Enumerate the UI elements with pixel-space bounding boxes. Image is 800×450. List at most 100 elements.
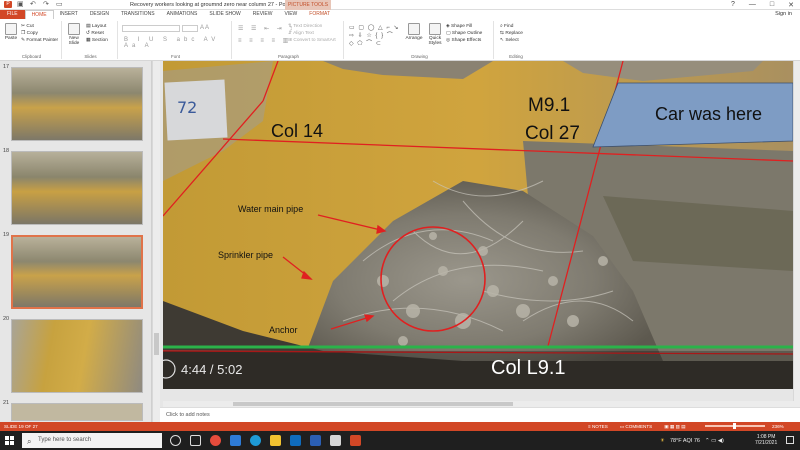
new-slide-button[interactable]: New Slide	[66, 23, 82, 46]
paste-button[interactable]: Paste	[4, 23, 18, 41]
notification-icon[interactable]	[786, 436, 794, 444]
tab-transitions[interactable]: TRANSITIONS	[115, 10, 161, 19]
layout-button[interactable]: ▤ Layout	[86, 23, 108, 30]
task-view-icon[interactable]	[190, 435, 201, 446]
convert-smartart-button[interactable]: ⊞ Convert to SmartArt	[288, 37, 336, 44]
windows-start-icon[interactable]	[5, 436, 14, 445]
powerpoint-icon: P	[4, 1, 12, 8]
text-direction-button[interactable]: ⇅ Text Direction	[288, 23, 336, 30]
document-title: Recovery workers looking at groumnd zero…	[130, 2, 307, 8]
comments-button[interactable]: ▭ COMMENTS	[620, 422, 652, 431]
undo-icon[interactable]: ↶	[30, 1, 38, 8]
tab-format[interactable]: FORMAT	[303, 10, 336, 19]
slide-thumbnail-selected[interactable]	[11, 235, 143, 309]
view-buttons[interactable]: ▣ ▦ ▥ ▤	[664, 422, 685, 431]
format-painter-button[interactable]: ✎ Format Painter	[21, 37, 58, 44]
slide-canvas[interactable]: 72 Col 14 M9.1 Col 27 Car was here Water…	[163, 61, 793, 389]
quick-styles-button[interactable]: Quick Styles	[426, 23, 444, 46]
tab-insert[interactable]: INSERT	[54, 10, 84, 19]
shape-effects-button[interactable]: ◎ Shape Effects	[446, 37, 482, 44]
shape-outline-button[interactable]: ▢ Shape Outline	[446, 30, 482, 37]
slide-thumbnail[interactable]	[11, 319, 143, 393]
tab-design[interactable]: DESIGN	[84, 10, 115, 19]
taskbar-search-input[interactable]: ⌕ Type here to search	[22, 433, 162, 448]
align-buttons[interactable]: ≡ ≡ ≡ ≡ ▥	[238, 37, 291, 44]
close-button[interactable]: ✕	[788, 1, 794, 9]
align-text-button[interactable]: ⇵ Align Text	[288, 30, 336, 37]
mail-icon[interactable]	[230, 435, 241, 446]
label-m9-1: M9.1	[528, 95, 571, 116]
shape-fill-button[interactable]: ◈ Shape Fill	[446, 23, 482, 30]
tab-view[interactable]: VIEW	[279, 10, 304, 19]
ribbon: Paste ✂ Cut ❐ Copy ✎ Format Painter Clip…	[0, 19, 800, 61]
slide-thumbnail[interactable]	[11, 403, 143, 421]
zoom-level[interactable]: 236%	[772, 422, 784, 431]
find-button[interactable]: ⌕ Find	[500, 23, 523, 30]
sign-in-link[interactable]: Sign in	[775, 11, 792, 17]
file-explorer-icon[interactable]	[270, 435, 281, 446]
slide-thumbnail[interactable]	[11, 67, 143, 141]
thumbnail-scrollbar[interactable]	[152, 61, 160, 422]
thumbnail-number: 21	[3, 400, 10, 406]
help-icon[interactable]: ?	[731, 1, 735, 9]
drawing-group-label: Drawing	[411, 54, 428, 59]
window-controls: ? — □ ✕	[731, 1, 794, 9]
font-family-select[interactable]	[122, 25, 180, 32]
cortana-icon[interactable]	[170, 435, 181, 446]
powerpoint-taskbar-icon[interactable]	[350, 435, 361, 446]
notes-button[interactable]: ≡ NOTES	[588, 422, 608, 431]
label-water-main-pipe: Water main pipe	[238, 204, 304, 214]
thumbnail-number: 18	[3, 148, 10, 154]
outlook-icon[interactable]	[290, 435, 301, 446]
replace-button[interactable]: ⇆ Replace	[500, 30, 523, 37]
tab-file[interactable]: FILE	[0, 10, 25, 19]
paragraph-group: ☰ ☰ ⇤ ⇥ ↕ ≡ ≡ ≡ ≡ ▥ ⇅ Text Direction ⇵ A…	[234, 21, 344, 59]
tab-review[interactable]: REVIEW	[247, 10, 279, 19]
label-sprinkler-pipe: Sprinkler pipe	[218, 250, 274, 260]
copy-button[interactable]: ❐ Copy	[21, 30, 58, 37]
word-icon[interactable]	[310, 435, 321, 446]
edge-icon[interactable]	[250, 435, 261, 446]
section-button[interactable]: ▦ Section	[86, 37, 108, 44]
font-style-buttons[interactable]: B I U S abc AV Aa A	[124, 37, 231, 49]
maximize-button[interactable]: □	[770, 1, 774, 9]
scrollbar-thumb[interactable]	[154, 333, 159, 355]
cut-button[interactable]: ✂ Cut	[21, 23, 58, 30]
thumbnail-number: 19	[3, 232, 10, 238]
scrollbar-thumb[interactable]	[233, 402, 513, 406]
chrome-icon[interactable]	[210, 435, 221, 446]
title-bar: P ▣ ↶ ↷ ▭ Recovery workers looking at gr…	[0, 0, 800, 10]
font-group-label: Font	[170, 54, 180, 59]
slide-vertical-scrollbar[interactable]	[793, 61, 800, 406]
tab-animations[interactable]: ANIMATIONS	[161, 10, 204, 19]
minimize-button[interactable]: —	[749, 1, 756, 9]
list-buttons[interactable]: ☰ ☰ ⇤ ⇥ ↕	[238, 25, 295, 32]
tray-icons[interactable]: ⌃ ▭ ◀)	[705, 438, 724, 444]
tab-slide-show[interactable]: SLIDE SHOW	[203, 10, 246, 19]
slide-thumbnail-pane[interactable]: 17 18 19 20 21	[0, 61, 152, 422]
label-car-was-here: Car was here	[655, 104, 763, 124]
shapes-gallery[interactable]: ▭ ▢ ◯ △ ⌐ ↘ ⇨ ⇩ ☆ { } ⌒ ◇ ⬠ ⌒ ⊂	[349, 24, 401, 50]
slide-thumbnail[interactable]	[11, 151, 143, 225]
picture-tools-label: PICTURE TOOLS	[285, 0, 331, 10]
search-icon: ⌕	[27, 437, 32, 446]
label-col-l9-1: Col L9.1	[491, 357, 566, 379]
slideshow-icon[interactable]: ▭	[56, 1, 64, 8]
drawing-group: ▭ ▢ ◯ △ ⌐ ↘ ⇨ ⇩ ☆ { } ⌒ ◇ ⬠ ⌒ ⊂ Arrange Qu…	[346, 21, 494, 59]
reset-button[interactable]: ↺ Reset	[86, 30, 108, 37]
font-size-select[interactable]	[182, 25, 198, 32]
paint-icon[interactable]	[330, 435, 341, 446]
select-button[interactable]: ↖ Select	[500, 37, 523, 44]
save-icon[interactable]: ▣	[17, 1, 25, 8]
notes-pane[interactable]: Click to add notes	[160, 407, 800, 422]
arrange-button[interactable]: Arrange	[404, 23, 424, 41]
redo-icon[interactable]: ↷	[43, 1, 51, 8]
windows-taskbar: ⌕ Type here to search ☀ 78°F AQI 76 ⌃ ▭ …	[0, 431, 800, 450]
tab-home[interactable]: HOME	[24, 10, 54, 19]
grow-font-icon[interactable]: A A	[200, 25, 209, 31]
arrange-icon	[408, 23, 420, 35]
zoom-slider-handle[interactable]	[733, 423, 736, 429]
video-timestamp: 4:44 / 5:02	[181, 362, 243, 377]
taskbar-clock[interactable]: 1:08 PM 7/21/2021	[755, 434, 777, 446]
weather-text[interactable]: 78°F AQI 76	[670, 438, 700, 444]
